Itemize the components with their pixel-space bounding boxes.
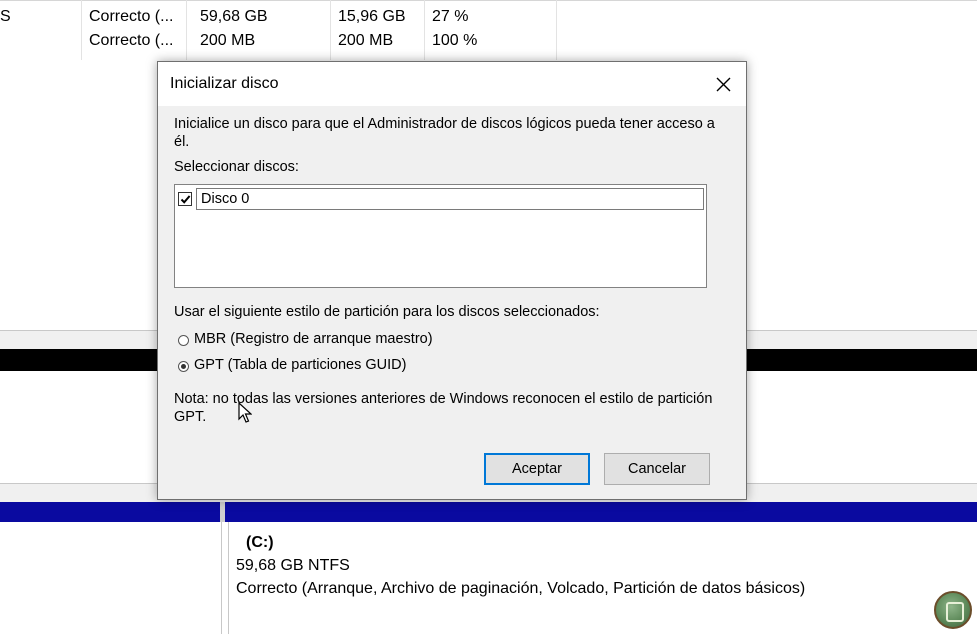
primary-partition-bar [0,502,977,522]
radio-selected-dot [181,364,186,369]
partition-name: (C:) [246,534,274,551]
partition-box[interactable] [228,522,977,634]
volume-row[interactable]: Correcto (... 200 MB 200 MB 100 % [0,28,977,52]
dialog-title: Inicializar disco [170,75,279,92]
disk-listbox[interactable]: Disco 0 [174,184,707,288]
compatibility-note: Nota: no todas las versiones anteriores … [174,391,713,425]
volume-pct-free: 27 % [432,8,469,25]
select-disks-label: Seleccionar discos: [174,159,299,175]
volume-status: Correcto (... [89,8,174,25]
disk-label-area[interactable] [0,522,222,634]
gpt-label: GPT (Tabla de particiones GUID) [194,357,407,373]
mbr-radio[interactable] [178,335,189,346]
volume-list-border [0,0,977,1]
volume-row[interactable]: S Correcto (... 59,68 GB 15,96 GB 27 % [0,4,977,28]
dialog-titlebar[interactable]: Inicializar disco [158,62,746,106]
volume-free: 15,96 GB [338,8,406,25]
gpt-radio[interactable] [178,361,189,372]
mouse-pointer-icon [238,402,252,423]
disk-label: Disco 0 [201,191,250,207]
volume-fs: S [0,8,11,25]
partition-bar-divider [220,502,225,522]
list-item[interactable]: Disco 0 [178,188,704,210]
channel-logo-icon [934,591,972,629]
volume-status: Correcto (... [89,32,174,49]
partition-size: 59,68 GB NTFS [236,557,350,574]
partition-status: Correcto (Arranque, Archivo de paginació… [236,580,806,597]
volume-pct-free: 100 % [432,32,478,49]
volume-capacity: 200 MB [200,32,256,49]
cancel-button[interactable]: Cancelar [604,453,710,485]
close-button[interactable] [706,68,740,100]
initialize-disk-dialog: Inicializar disco Inicialice un disco pa… [157,61,747,500]
accept-button[interactable]: Aceptar [484,453,590,485]
checkmark-icon [180,195,191,204]
mbr-label: MBR (Registro de arranque maestro) [194,331,433,347]
close-icon [716,77,731,92]
partition-style-label: Usar el siguiente estilo de partición pa… [174,304,600,320]
focus-rectangle: Disco 0 [196,188,704,210]
dialog-intro-text: Inicialice un disco para que el Administ… [174,116,715,150]
volume-capacity: 59,68 GB [200,8,268,25]
disk-checkbox[interactable] [178,192,192,206]
volume-free: 200 MB [338,32,394,49]
